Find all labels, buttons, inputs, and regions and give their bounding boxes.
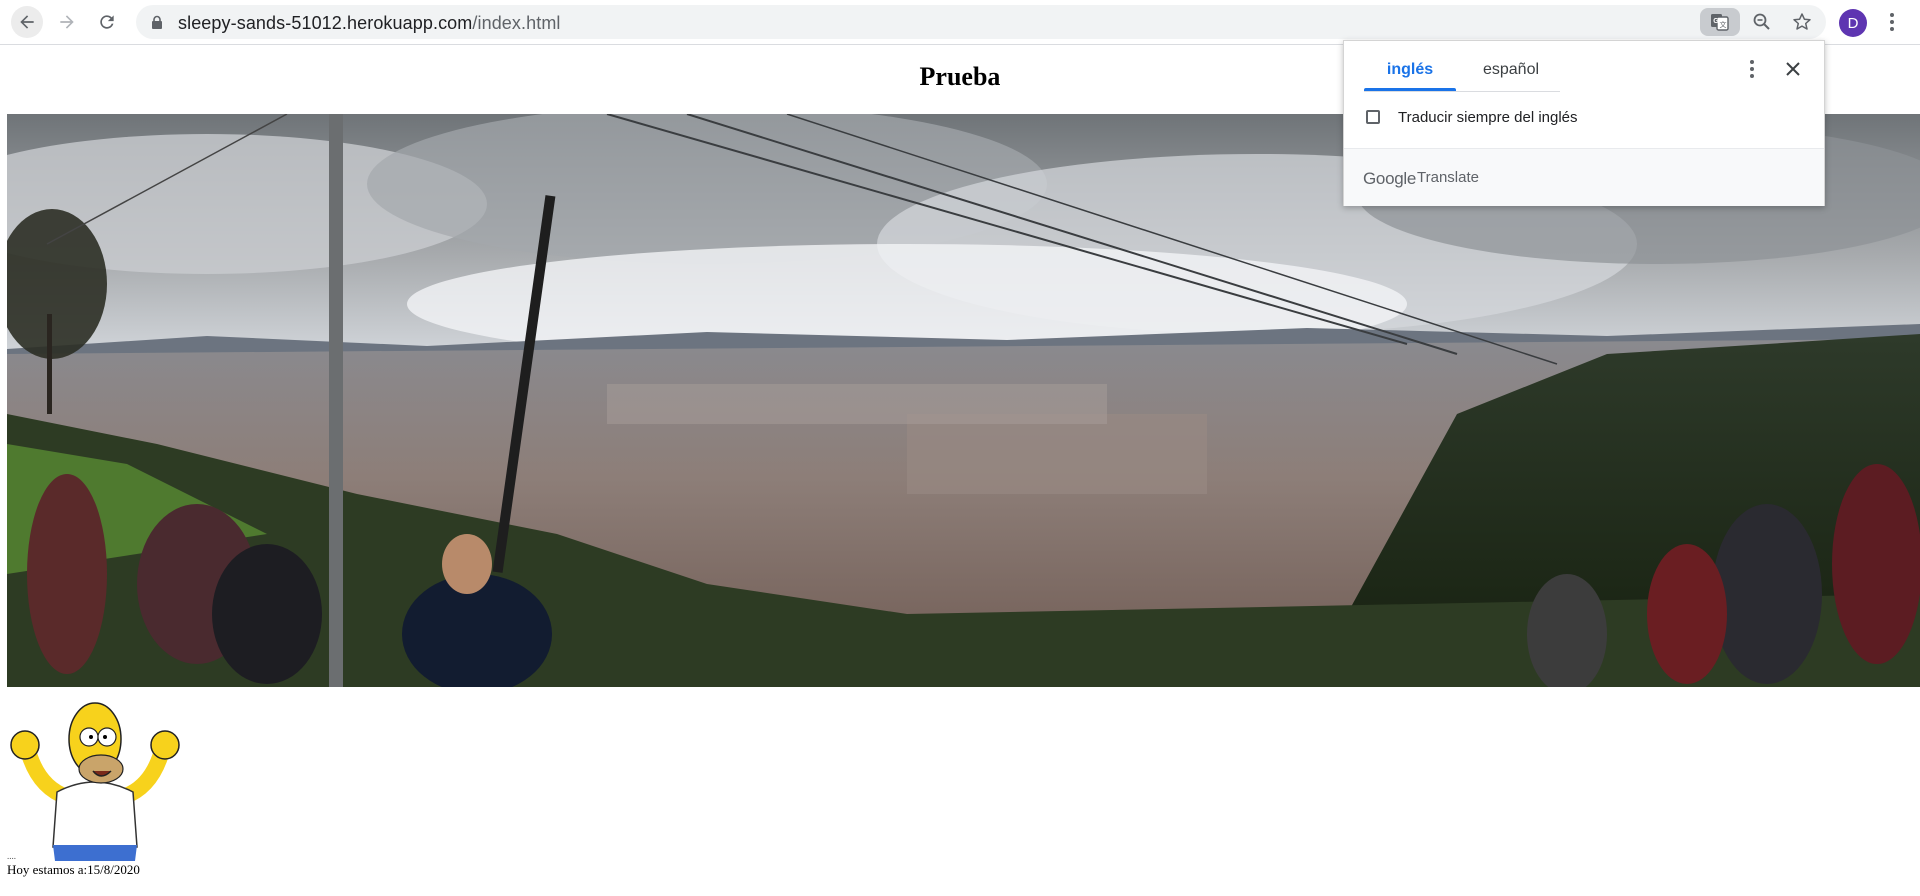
url-text[interactable]: sleepy-sands-51012.herokuapp.com/index.h… [178,13,561,34]
forward-arrow-icon [60,15,74,29]
translate-button[interactable]: G 文 [1700,8,1740,36]
translate-popup: inglés español Traducir siempre del ingl… [1343,40,1825,206]
tabs-divider [1364,91,1560,92]
reload-icon [100,15,114,29]
always-translate-label: Traducir siempre del inglés [1398,109,1578,126]
active-tab-indicator [1364,88,1456,91]
more-vert-icon[interactable] [1880,10,1904,34]
svg-text:文: 文 [1720,20,1727,29]
profile-avatar[interactable]: D [1839,9,1867,37]
back-button[interactable] [11,6,43,38]
close-icon[interactable] [1781,57,1805,81]
tab-ingles[interactable]: inglés [1364,61,1456,91]
google-logo: Google [1363,169,1417,188]
popup-footer: Google Translate [1344,148,1824,206]
broken-image-marker: .... [7,851,16,861]
avatar-letter: D [1847,14,1859,32]
forward-button[interactable] [51,6,83,38]
reload-button[interactable] [91,6,123,38]
translate-brand-label: Translate [1417,169,1479,186]
zoom-button[interactable] [1748,8,1776,36]
url-path: /index.html [472,13,561,33]
star-icon [1793,13,1811,30]
zoom-icon [1753,13,1770,30]
date-text: Hoy estamos a:15/8/2020 [7,862,140,877]
bookmark-button[interactable] [1788,8,1816,36]
back-arrow-icon [20,15,34,29]
tab-espanol[interactable]: español [1466,61,1556,91]
url-host: sleepy-sands-51012.herokuapp.com [178,13,473,33]
homer-image [10,702,180,861]
more-vert-icon[interactable] [1740,57,1764,81]
browser-toolbar: sleepy-sands-51012.herokuapp.com/index.h… [0,0,1920,45]
svg-text:G: G [1713,18,1719,25]
always-translate-checkbox[interactable] [1366,110,1380,124]
address-bar[interactable]: sleepy-sands-51012.herokuapp.com/index.h… [136,5,1826,39]
translate-icon: G 文 [1711,14,1729,31]
lock-icon [152,15,162,29]
